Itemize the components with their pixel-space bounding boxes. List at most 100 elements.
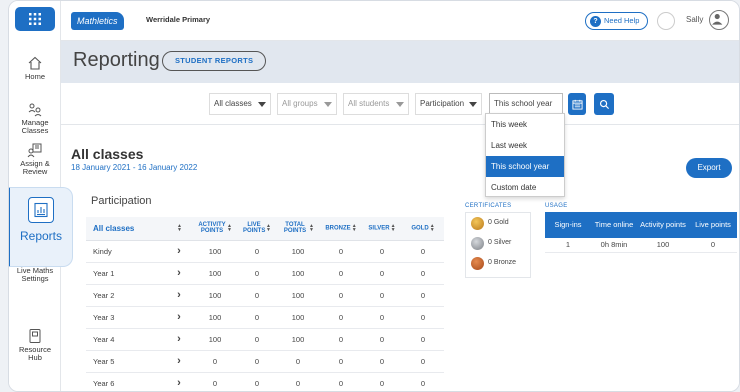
sort-icon: ▲ ▼ <box>429 223 435 234</box>
column-header-bronze[interactable]: BRONZE▲ ▼ <box>320 217 362 241</box>
column-header-silver[interactable]: SILVER▲ ▼ <box>362 217 402 241</box>
column-header-activity-points[interactable]: ACTIVITY POINTS▲ ▼ <box>192 217 238 241</box>
table-row[interactable]: Kindy › 100 0 100 0 0 0 <box>86 240 444 263</box>
table-row[interactable]: Year 2 › 100 0 100 0 0 0 <box>86 284 444 307</box>
chevron-right-icon[interactable]: › <box>166 372 192 391</box>
column-header-live-points[interactable]: LIVE POINTS▲ ▼ <box>238 217 276 241</box>
chevron-right-icon[interactable]: › <box>166 284 192 307</box>
table-row[interactable]: Year 3 › 100 0 100 0 0 0 <box>86 306 444 329</box>
search-button[interactable] <box>594 93 614 115</box>
sidebar-item-resource-hub[interactable]: Resource Hub <box>9 328 61 362</box>
student-select[interactable]: All students <box>343 93 409 115</box>
calendar-button[interactable] <box>568 93 586 115</box>
chevron-right-icon[interactable]: › <box>166 350 192 373</box>
bronze-cell: 0 <box>320 284 362 307</box>
mathletics-logo: Mathletics <box>71 12 124 30</box>
report-type-select[interactable]: Participation <box>415 93 482 115</box>
table-row[interactable]: Year 5 › 0 0 0 0 0 0 <box>86 350 444 373</box>
certificate-silver: 0 Silver <box>466 233 530 253</box>
silver-cell: 0 <box>362 284 402 307</box>
need-help-button[interactable]: ? Need Help <box>585 12 649 30</box>
group-select[interactable]: All groups <box>277 93 337 115</box>
filter-bar: All classes All groups All students Part… <box>61 83 739 125</box>
sidebar-item-assign-review[interactable]: Assign & Review <box>9 142 61 176</box>
gold-cell: 0 <box>402 262 444 285</box>
usage-table: Sign-ins Time online Activity points Liv… <box>545 212 737 253</box>
home-icon <box>28 56 42 70</box>
class-name-cell: Kindy <box>86 240 166 263</box>
class-name-cell: Year 1 <box>86 262 166 285</box>
activity-points-cell: 100 <box>192 306 238 329</box>
chevron-right-icon[interactable]: › <box>166 328 192 351</box>
student-reports-button[interactable]: STUDENT REPORTS <box>162 51 267 71</box>
avatar[interactable] <box>709 10 729 30</box>
report-type-value: Participation <box>420 99 465 108</box>
sidebar-item-label: Home <box>24 72 45 81</box>
sidebar-item-reports[interactable]: Reports <box>9 187 73 267</box>
activity-points-cell: 0 <box>192 372 238 391</box>
live-points-cell: 0 <box>238 350 276 373</box>
table-header-row: All classes ▲ ▼ ACTIVITY POINTS▲ ▼ LIVE PO… <box>86 217 444 241</box>
total-points-cell: 100 <box>276 306 320 329</box>
table-row[interactable]: Year 4 › 100 0 100 0 0 0 <box>86 328 444 351</box>
chevron-right-icon[interactable]: › <box>166 240 192 263</box>
assign-review-icon <box>27 143 42 158</box>
sidebar-item-home[interactable]: Home <box>9 55 61 81</box>
period-select[interactable]: This school year <box>489 93 563 115</box>
dropdown-option-this-school-year[interactable]: This school year <box>486 156 564 177</box>
usage-cell: 1 <box>545 238 591 253</box>
apps-grid-button[interactable] <box>15 7 55 31</box>
silver-cell: 0 <box>362 262 402 285</box>
export-button[interactable]: Export <box>686 158 732 178</box>
total-points-cell: 0 <box>276 372 320 391</box>
table-row[interactable]: Year 1 › 100 0 100 0 0 0 <box>86 262 444 285</box>
live-points-cell: 0 <box>238 328 276 351</box>
reports-icon <box>28 197 54 223</box>
notifications-button[interactable] <box>657 12 675 30</box>
chevron-right-icon[interactable]: › <box>166 262 192 285</box>
certificate-bronze: 0 Bronze <box>466 253 530 273</box>
student-select-value: All students <box>348 99 390 108</box>
activity-points-cell: 100 <box>192 328 238 351</box>
class-select[interactable]: All classes <box>209 93 271 115</box>
usage-cell: 0 <box>689 238 737 253</box>
help-icon: ? <box>590 15 601 27</box>
total-points-cell: 100 <box>276 328 320 351</box>
search-icon <box>599 99 609 109</box>
bronze-cell: 0 <box>320 372 362 391</box>
activity-points-cell: 100 <box>192 284 238 307</box>
silver-medal-icon <box>471 237 484 250</box>
gold-cell: 0 <box>402 350 444 373</box>
silver-cell: 0 <box>362 350 402 373</box>
class-name-cell: Year 3 <box>86 306 166 329</box>
dropdown-option-this-week[interactable]: This week <box>486 114 564 135</box>
sidebar-item-label: Manage Classes <box>21 118 49 135</box>
page-header: Reporting STUDENT REPORTS <box>61 41 739 83</box>
dropdown-option-custom-date[interactable]: Custom date <box>486 177 564 198</box>
usage-col-signins: Sign-ins <box>545 212 591 238</box>
class-select-value: All classes <box>214 99 252 108</box>
live-points-cell: 0 <box>238 262 276 285</box>
sort-button[interactable]: ▲ ▼ <box>166 217 192 241</box>
user-name[interactable]: Sally <box>686 15 703 24</box>
table-row[interactable]: Year 6 › 0 0 0 0 0 0 <box>86 372 444 391</box>
usage-row: 1 0h 8min 100 0 <box>545 238 737 253</box>
dropdown-option-last-week[interactable]: Last week <box>486 135 564 156</box>
chevron-right-icon[interactable]: › <box>166 306 192 329</box>
usage-cell: 100 <box>637 238 689 253</box>
bronze-cell: 0 <box>320 350 362 373</box>
live-points-cell: 0 <box>238 240 276 263</box>
group-select-value: All groups <box>282 99 318 108</box>
sidebar-item-label: Resource Hub <box>18 345 52 362</box>
sidebar-item-manage-classes[interactable]: Manage Classes <box>9 101 61 135</box>
activity-points-cell: 100 <box>192 240 238 263</box>
sidebar-item-label: Assign & Review <box>20 159 50 176</box>
class-name-cell: Year 6 <box>86 372 166 391</box>
bronze-cell: 0 <box>320 240 362 263</box>
gold-cell: 0 <box>402 328 444 351</box>
column-header-total-points[interactable]: TOTAL POINTS▲ ▼ <box>276 217 320 241</box>
sort-icon: ▲ ▼ <box>227 223 232 234</box>
gold-medal-icon <box>471 217 484 230</box>
total-points-cell: 100 <box>276 262 320 285</box>
column-header-gold[interactable]: GOLD▲ ▼ <box>402 217 444 241</box>
